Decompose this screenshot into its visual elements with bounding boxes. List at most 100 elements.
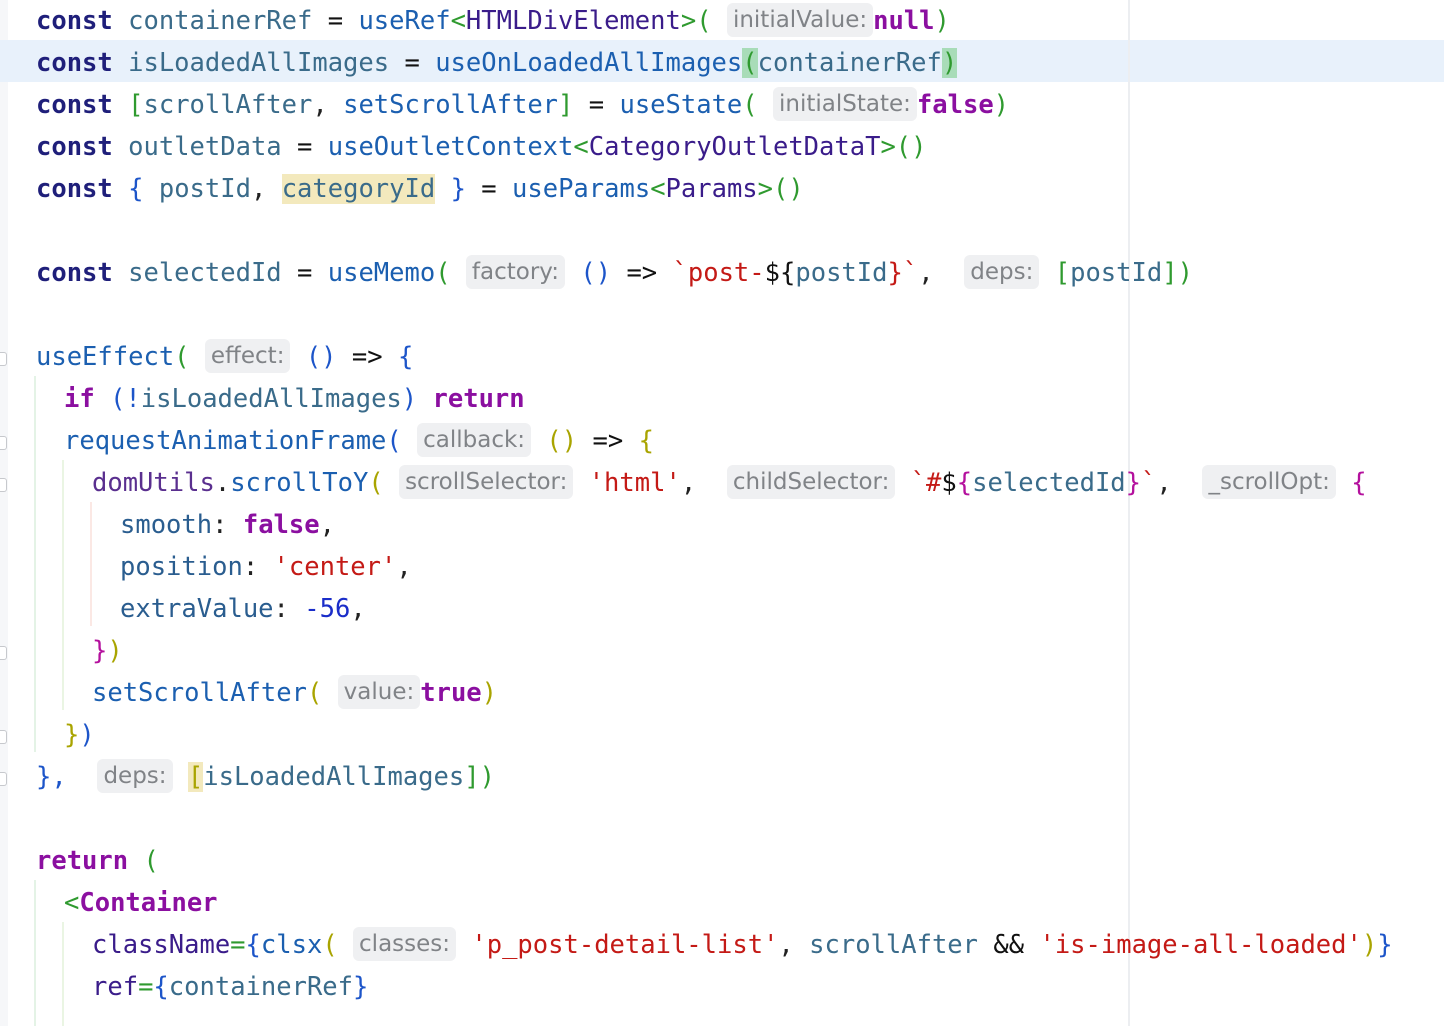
variable: scrollAfter [143,90,313,120]
variable: scrollAfter [809,930,979,960]
parameter-hint: factory: [465,255,565,289]
punctuation: , [250,174,267,204]
string-literal: `# [910,468,942,498]
variable: containerRef [168,972,354,1002]
variable: isLoadedAllImages [203,762,465,792]
function-name: scrollToY [230,468,369,498]
code-line[interactable]: domUtils.scrollToY( scrollSelector: 'htm… [92,462,1367,504]
keyword: const [36,6,113,36]
string-literal: `post- [672,258,765,288]
code-line[interactable]: ref={containerRef} [92,966,368,1008]
bracket: { [1351,468,1367,498]
fold-marker-icon[interactable] [0,478,7,492]
jsx-attribute: className [92,930,231,960]
code-line[interactable]: setScrollAfter( value: true) [92,672,497,714]
operator: = [327,6,344,36]
function-name: useState [619,90,743,120]
operator: => [592,426,624,456]
bracket: (! [110,384,141,414]
variable: containerRef [128,6,313,36]
property-name: smooth [120,510,213,540]
tag-bracket: < [64,888,80,918]
code-line[interactable]: const { postId, categoryId } = useParams… [36,168,804,210]
operator: = [138,972,154,1002]
bracket: { [956,468,973,498]
bracket: ( [306,678,323,708]
code-line[interactable]: }, deps: [isLoadedAllImages]) [36,756,495,798]
bracket: ( [143,846,159,876]
code-line[interactable]: }) [92,630,123,672]
bracket: } [64,720,80,750]
parameter-hint: effect: [204,339,291,373]
function-name: useOutletContext [327,132,574,162]
code-line[interactable]: useEffect( effect: () => { [36,336,413,378]
parameter-hint: initialState: [773,87,917,121]
operator: && [993,930,1025,960]
bracket: ) [934,6,950,36]
bracket: } [92,636,108,666]
keyword: const [36,48,113,78]
fold-marker-icon[interactable] [0,436,7,450]
variable: domUtils [92,468,215,498]
parameter-hint: childSelector: [726,465,896,499]
number-literal: -56 [304,594,351,624]
punctuation: , [1156,468,1172,498]
bracket: } [353,972,369,1002]
keyword: const [36,90,113,120]
code-line[interactable]: <Container [64,882,218,924]
fold-marker-icon[interactable] [0,352,7,366]
punctuation: , [396,552,412,582]
code-line[interactable]: if (!isLoadedAllImages) return [64,378,525,420]
code-line[interactable]: extraValue: -56, [120,588,366,630]
bracket: >() [880,132,927,162]
keyword: return [432,384,525,414]
function-name: setScrollAfter [92,678,307,708]
type-name: CategoryOutletDataT [588,132,881,162]
bracket: { [245,930,261,960]
keyword: const [36,174,113,204]
template-interpolation: ${ [764,258,796,288]
jsx-attribute: ref [92,972,139,1002]
fold-marker-icon[interactable] [0,646,7,660]
type-name: Params [665,174,758,204]
operator: = [588,90,605,120]
matched-bracket: ( [742,48,758,78]
code-line[interactable]: const selectedId = useMemo( factory: () … [36,252,1193,294]
code-line[interactable]: position: 'center', [120,546,412,588]
code-line[interactable]: const containerRef = useRef<HTMLDivEleme… [36,0,950,42]
code-editor[interactable]: const containerRef = useRef<HTMLDivEleme… [0,0,1444,1026]
bracket: >( [680,6,712,36]
keyword: null [873,6,935,36]
code-line[interactable]: }) [64,714,95,756]
variable: postId [795,258,888,288]
code-line[interactable]: requestAnimationFrame( callback: () => { [64,420,654,462]
string-literal: }` [887,258,919,288]
code-line[interactable]: const outletData = useOutletContext<Cate… [36,126,927,168]
bracket: { [397,342,414,372]
code-line[interactable]: className={clsx( classes: 'p_post-detail… [92,924,1393,966]
string-literal: 'center' [273,552,397,582]
punctuation: : [212,510,228,540]
indent-guide [34,376,36,752]
code-line[interactable]: smooth: false, [120,504,335,546]
template-interpolation: $ [941,468,957,498]
punctuation: : [242,552,259,582]
bracket: ( [742,90,758,120]
fold-marker-icon[interactable] [0,772,7,786]
code-line[interactable]: const isLoadedAllImages = useOnLoadedAll… [36,42,958,84]
fold-marker-icon[interactable] [0,730,7,744]
parameter-hint: callback: [417,423,532,457]
editor-gutter [0,0,8,1026]
bracket: ) [993,90,1010,120]
type-name: HTMLDivElement [465,6,681,36]
string-literal: 'is-image-all-loaded' [1039,930,1362,960]
code-line[interactable]: return ( [36,840,159,882]
code-line[interactable]: const [scrollAfter, setScrollAfter] = us… [36,84,1009,126]
property-name: extraValue [120,594,274,624]
punctuation: , [778,930,794,960]
bracket: ) [79,720,95,750]
jsx-tag-name: Container [79,888,218,918]
bracket: ) [401,384,418,414]
string-literal: 'p_post-detail-list' [471,930,779,960]
keyword: false [916,90,994,120]
